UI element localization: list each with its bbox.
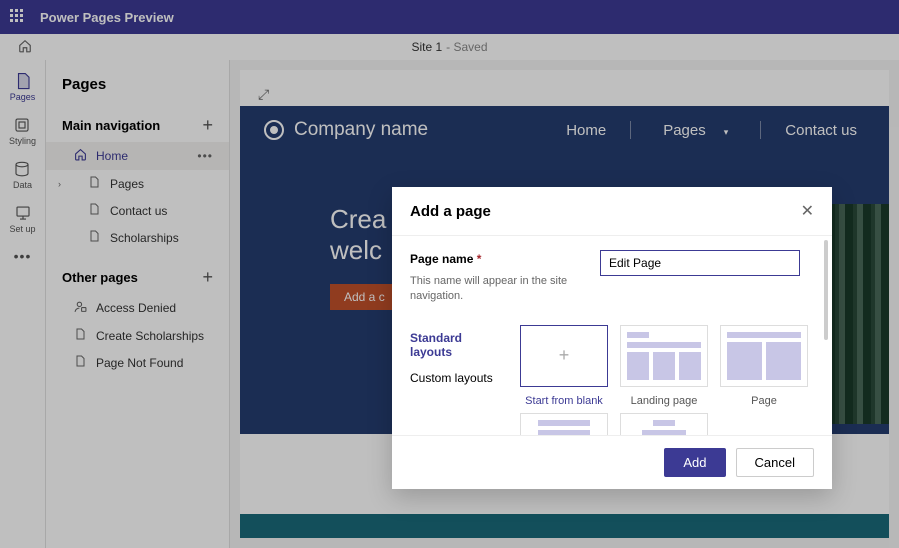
scrollbar[interactable] — [824, 240, 828, 340]
layout-page[interactable]: Page — [720, 325, 808, 407]
plus-icon: + — [520, 325, 608, 387]
layout-option-4[interactable] — [520, 413, 608, 435]
layout-option-5[interactable] — [620, 413, 708, 435]
add-button[interactable]: Add — [664, 448, 725, 477]
add-page-modal: Add a page ✕ Page name * This name will … — [392, 187, 832, 489]
layout-landing[interactable]: Landing page — [620, 325, 708, 407]
page-name-hint: This name will appear in the site naviga… — [410, 274, 580, 305]
page-name-label: Page name * — [410, 252, 481, 266]
page-name-input[interactable] — [600, 250, 800, 276]
modal-title: Add a page — [410, 203, 491, 220]
tab-custom-layouts[interactable]: Custom layouts — [410, 365, 500, 391]
close-icon[interactable]: ✕ — [801, 201, 814, 221]
layout-blank[interactable]: + Start from blank — [520, 325, 608, 407]
tab-standard-layouts[interactable]: Standard layouts — [410, 325, 500, 365]
cancel-button[interactable]: Cancel — [736, 448, 814, 477]
